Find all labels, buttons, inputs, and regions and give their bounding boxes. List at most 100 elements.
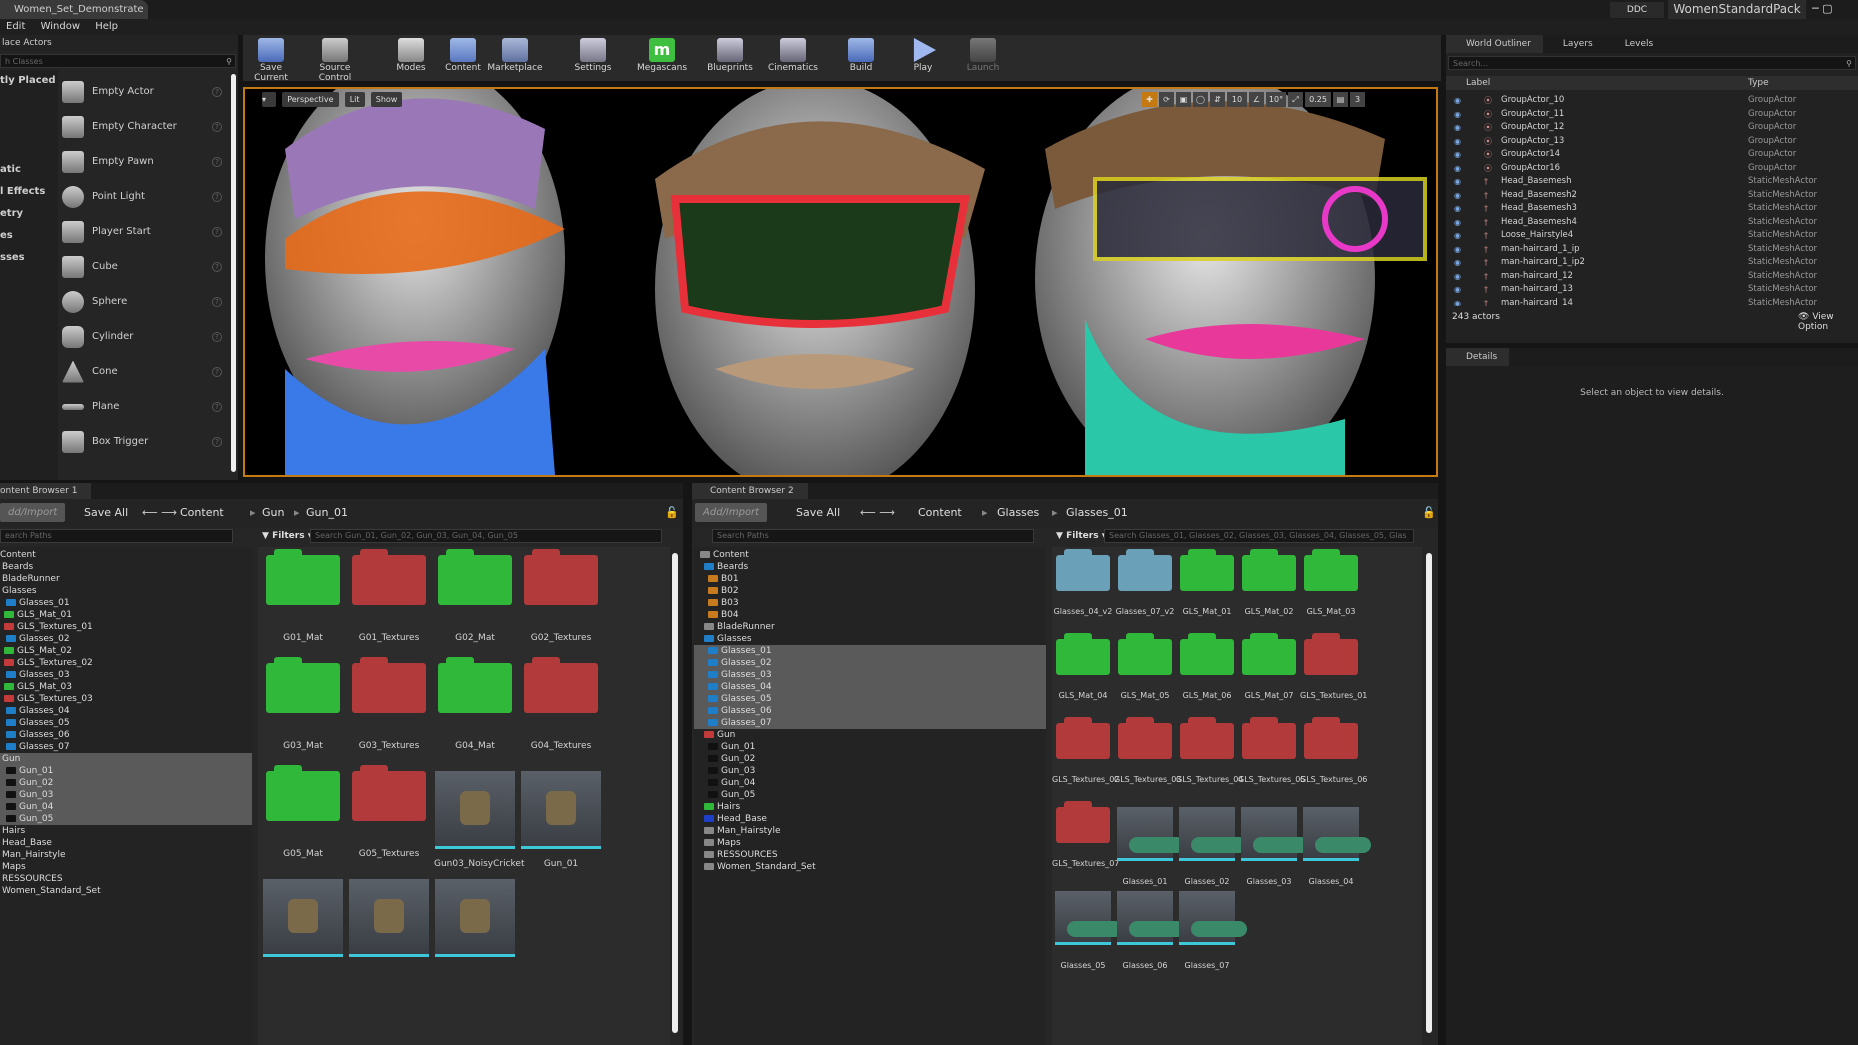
tree-folder[interactable]: Gun_03 — [694, 765, 1046, 777]
category-recently-placed[interactable]: tly Placed — [0, 70, 58, 92]
outliner-row[interactable]: ◉ † man-haircard_14 StaticMeshActor — [1446, 297, 1858, 307]
tree-folder[interactable]: B02 — [694, 585, 1046, 597]
outliner-row[interactable]: ◉ † man-haircard_13 StaticMeshActor — [1446, 283, 1858, 297]
scale-snap[interactable]: 0.25 — [1305, 92, 1331, 107]
tab-details[interactable]: Details — [1446, 348, 1510, 366]
category-all-classes[interactable]: sses — [0, 247, 58, 269]
maximize-icon[interactable]: ▢ — [1822, 2, 1832, 15]
asset-tile[interactable]: G05_Mat — [262, 765, 344, 859]
tree-folder[interactable]: Glasses_05 — [0, 717, 252, 729]
cb2-path-search[interactable]: Search Paths — [712, 529, 1034, 543]
tree-folder[interactable]: Gun_04 — [694, 777, 1046, 789]
cb2-scrollbar[interactable] — [1426, 553, 1432, 1033]
category-geometry[interactable]: etry — [0, 203, 58, 225]
world-local-icon[interactable]: ◯ — [1193, 92, 1208, 107]
asset-tile[interactable]: GLS_Mat_04 — [1052, 633, 1114, 700]
tree-folder[interactable]: Glasses_03 — [0, 669, 252, 681]
visibility-eye-icon[interactable]: ◉ — [1454, 297, 1461, 307]
tree-folder[interactable]: Glasses_07 — [0, 741, 252, 753]
build-button[interactable]: Build — [841, 35, 881, 81]
asset-tile[interactable]: G04_Textures — [520, 657, 602, 751]
outliner-row[interactable]: ◉ ⦿ GroupActor_10 GroupActor — [1446, 94, 1858, 108]
tree-folder[interactable]: Content — [694, 549, 1046, 561]
place-item[interactable]: Sphere? — [58, 284, 230, 319]
asset-tile[interactable] — [262, 879, 344, 967]
asset-tile[interactable]: Glasses_02 — [1176, 807, 1247, 886]
lock-icon[interactable]: 🔓 — [665, 503, 679, 522]
asset-tile[interactable]: Glasses_05 — [1052, 891, 1123, 970]
tree-folder[interactable]: Maps — [694, 837, 1046, 849]
tree-folder[interactable]: Beards — [694, 561, 1046, 573]
asset-tile[interactable]: G03_Textures — [348, 657, 430, 751]
help-icon[interactable]: ? — [212, 296, 222, 307]
menu-help[interactable]: Help — [89, 19, 124, 35]
asset-tile[interactable]: Gun_01 — [520, 771, 602, 869]
scale-snap-icon[interactable]: ⤢ — [1288, 92, 1303, 107]
asset-tile[interactable]: Glasses_04 — [1300, 807, 1371, 886]
visibility-eye-icon[interactable]: ◉ — [1454, 121, 1461, 135]
tree-folder[interactable]: BladeRunner — [694, 621, 1046, 633]
crumb-glasses[interactable]: Glasses — [997, 503, 1039, 522]
tree-folder[interactable]: Man_Hairstyle — [0, 849, 252, 861]
asset-tile[interactable]: GLS_Textures_02 — [1052, 717, 1119, 784]
outliner-row[interactable]: ◉ ⦿ GroupActor16 GroupActor — [1446, 162, 1858, 176]
surface-snap-icon[interactable]: ⇵ — [1210, 92, 1225, 107]
window-controls[interactable]: ─ ▢ — [1812, 1, 1856, 17]
view-options-button[interactable]: 👁 View Option — [1798, 312, 1858, 332]
place-item[interactable]: Plane? — [58, 389, 230, 424]
help-icon[interactable]: ? — [212, 121, 222, 132]
tree-folder[interactable]: BladeRunner — [0, 573, 252, 585]
marketplace-button[interactable]: Marketplace — [487, 35, 543, 81]
outliner-row[interactable]: ◉ ⦿ GroupActor_11 GroupActor — [1446, 108, 1858, 122]
content-button[interactable]: Content — [443, 35, 483, 81]
help-icon[interactable]: ? — [212, 331, 222, 342]
category-basic[interactable] — [0, 92, 58, 137]
asset-tile[interactable]: G01_Mat — [262, 549, 344, 643]
asset-tile[interactable]: G02_Mat — [434, 549, 516, 643]
tree-folder[interactable]: RESSOURCES — [694, 849, 1046, 861]
tab-layers[interactable]: Layers — [1543, 35, 1605, 53]
perspective-button[interactable]: Perspective — [282, 92, 339, 107]
save-all-button[interactable]: Save All — [68, 503, 128, 522]
cb1-path-search[interactable]: earch Paths — [0, 529, 233, 543]
visibility-eye-icon[interactable]: ◉ — [1454, 229, 1461, 243]
tree-folder[interactable]: GLS_Textures_02 — [0, 657, 252, 669]
place-item[interactable]: Empty Actor? — [58, 74, 230, 109]
cb1-asset-search[interactable]: Search Gun_01, Gun_02, Gun_03, Gun_04, G… — [310, 529, 662, 543]
category-lights[interactable] — [0, 137, 58, 159]
history-arrows[interactable]: ⟵ ⟶ — [142, 503, 177, 522]
tab-world-outliner[interactable]: World Outliner — [1446, 35, 1543, 53]
asset-tile[interactable]: GLS_Textures_06 — [1300, 717, 1367, 784]
asset-tile[interactable]: GLS_Textures_04 — [1176, 717, 1243, 784]
help-icon[interactable]: ? — [212, 261, 222, 272]
tree-folder[interactable]: GLS_Mat_01 — [0, 609, 252, 621]
place-item[interactable]: Cube? — [58, 249, 230, 284]
help-icon[interactable]: ? — [212, 226, 222, 237]
tree-folder[interactable]: Gun — [694, 729, 1046, 741]
tree-folder[interactable]: GLS_Mat_02 — [0, 645, 252, 657]
tree-folder[interactable]: Glasses_01 — [694, 645, 1046, 657]
minimize-icon[interactable]: ─ — [1812, 2, 1819, 15]
visibility-eye-icon[interactable]: ◉ — [1454, 175, 1461, 189]
camera-speed[interactable]: 3 — [1350, 92, 1365, 107]
tree-folder[interactable]: Gun — [0, 753, 252, 765]
launch-button[interactable]: Launch — [961, 35, 1005, 81]
asset-tile[interactable]: GLS_Mat_03 — [1300, 549, 1362, 616]
outliner-row[interactable]: ◉ ⦿ GroupActor_13 GroupActor — [1446, 135, 1858, 149]
rotate-tool-icon[interactable]: ⟳ — [1159, 92, 1174, 107]
megascans-button[interactable]: m Megascans — [637, 35, 687, 81]
cb2-tab[interactable]: Content Browser 2 — [692, 483, 808, 499]
rotation-snap[interactable]: 10° — [1266, 92, 1286, 107]
asset-tile[interactable]: Glasses_01 — [1114, 807, 1185, 886]
asset-tile[interactable]: GLS_Mat_01 — [1176, 549, 1238, 616]
asset-tile[interactable]: GLS_Mat_05 — [1114, 633, 1176, 700]
tree-folder[interactable]: Gun_02 — [694, 753, 1046, 765]
tree-folder[interactable]: B03 — [694, 597, 1046, 609]
source-control-button[interactable]: Source Control — [305, 35, 365, 83]
tree-folder[interactable]: Glasses_01 — [0, 597, 252, 609]
outliner-row[interactable]: ◉ † Loose_Hairstyle4 StaticMeshActor — [1446, 229, 1858, 243]
outliner-row[interactable]: ◉ ⦿ GroupActor14 GroupActor — [1446, 148, 1858, 162]
asset-tile[interactable] — [434, 879, 516, 967]
help-icon[interactable]: ? — [212, 156, 222, 167]
help-icon[interactable]: ? — [212, 366, 222, 377]
